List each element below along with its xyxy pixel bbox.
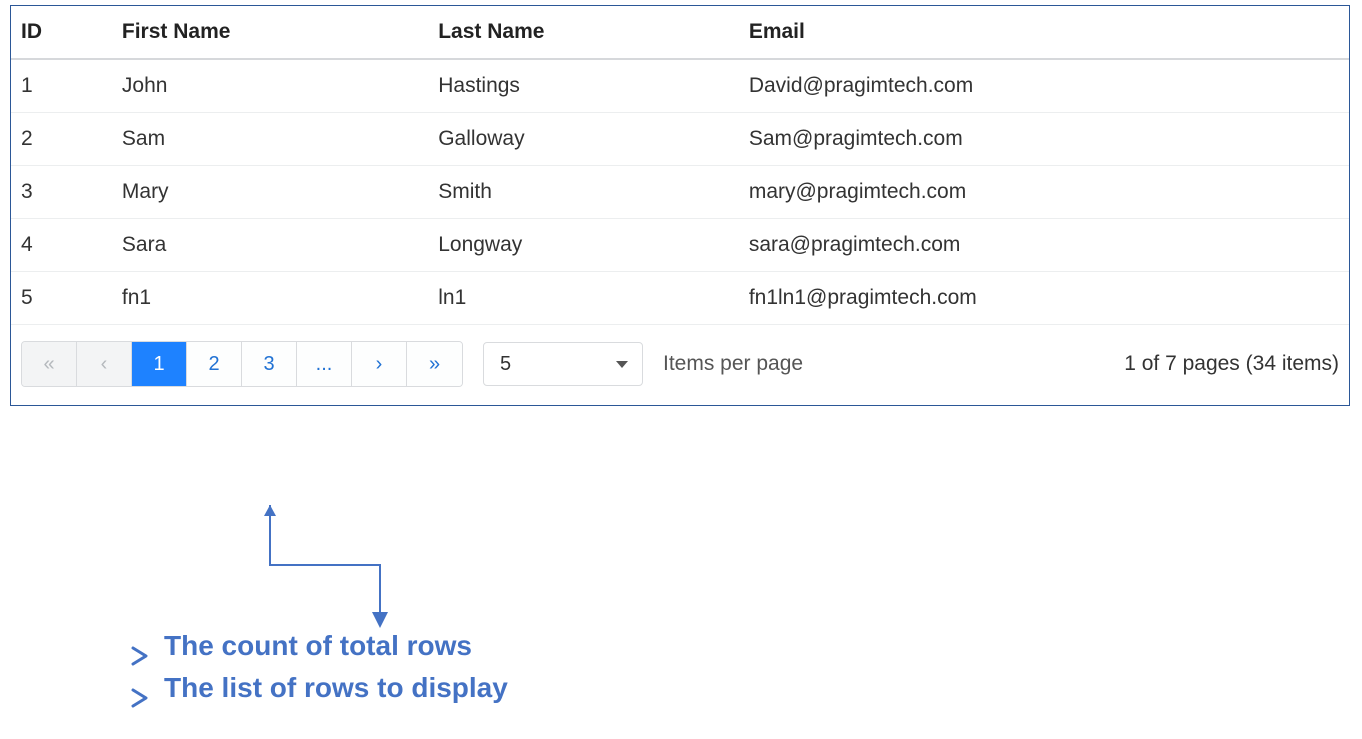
col-email[interactable]: Email [739, 6, 1349, 59]
caret-down-icon [616, 361, 628, 368]
pager: « ‹ 1 2 3 ... › » [21, 341, 463, 387]
pager-page-3[interactable]: 3 [242, 342, 297, 386]
pager-first-button[interactable]: « [22, 342, 77, 386]
page-size-value: 5 [500, 353, 511, 376]
cell-id: 5 [11, 272, 112, 325]
pager-prev-button[interactable]: ‹ [77, 342, 132, 386]
cell-first: fn1 [112, 272, 428, 325]
bullet-chevron-icon [130, 678, 150, 698]
grid-footer: « ‹ 1 2 3 ... › » 5 Items per page 1 of … [11, 324, 1349, 405]
annotation-text: The list of rows to display [164, 667, 508, 709]
annotation-list: The count of total rows The list of rows… [130, 625, 508, 709]
table-row: 1 John Hastings David@pragimtech.com [11, 59, 1349, 113]
pager-ellipsis[interactable]: ... [297, 342, 352, 386]
pager-summary: 1 of 7 pages (34 items) [1124, 352, 1339, 376]
pager-next-button[interactable]: › [352, 342, 407, 386]
cell-email: Sam@pragimtech.com [739, 113, 1349, 166]
cell-id: 3 [11, 166, 112, 219]
cell-first: Sara [112, 219, 428, 272]
cell-id: 1 [11, 59, 112, 113]
cell-id: 4 [11, 219, 112, 272]
items-per-page-label: Items per page [663, 352, 803, 376]
cell-last: Longway [428, 219, 739, 272]
cell-id: 2 [11, 113, 112, 166]
pager-page-1[interactable]: 1 [132, 342, 187, 386]
col-id[interactable]: ID [11, 6, 112, 59]
cell-first: Sam [112, 113, 428, 166]
pager-page-2[interactable]: 2 [187, 342, 242, 386]
table-row: 5 fn1 ln1 fn1ln1@pragimtech.com [11, 272, 1349, 325]
cell-email: David@pragimtech.com [739, 59, 1349, 113]
table-row: 4 Sara Longway sara@pragimtech.com [11, 219, 1349, 272]
table-row: 2 Sam Galloway Sam@pragimtech.com [11, 113, 1349, 166]
page-size-select[interactable]: 5 [483, 342, 643, 386]
annotation-text: The count of total rows [164, 625, 472, 667]
cell-email: mary@pragimtech.com [739, 166, 1349, 219]
table-row: 3 Mary Smith mary@pragimtech.com [11, 166, 1349, 219]
data-grid: ID First Name Last Name Email 1 John Has… [11, 6, 1349, 324]
cell-last: Galloway [428, 113, 739, 166]
bullet-chevron-icon [130, 636, 150, 656]
header-row: ID First Name Last Name Email [11, 6, 1349, 59]
annotation-item: The count of total rows [130, 625, 508, 667]
cell-last: Smith [428, 166, 739, 219]
pager-last-button[interactable]: » [407, 342, 462, 386]
cell-last: ln1 [428, 272, 739, 325]
cell-last: Hastings [428, 59, 739, 113]
data-grid-panel: ID First Name Last Name Email 1 John Has… [10, 5, 1350, 406]
cell-email: sara@pragimtech.com [739, 219, 1349, 272]
annotation-item: The list of rows to display [130, 667, 508, 709]
cell-first: Mary [112, 166, 428, 219]
col-first[interactable]: First Name [112, 6, 428, 59]
cell-email: fn1ln1@pragimtech.com [739, 272, 1349, 325]
cell-first: John [112, 59, 428, 113]
col-last[interactable]: Last Name [428, 6, 739, 59]
